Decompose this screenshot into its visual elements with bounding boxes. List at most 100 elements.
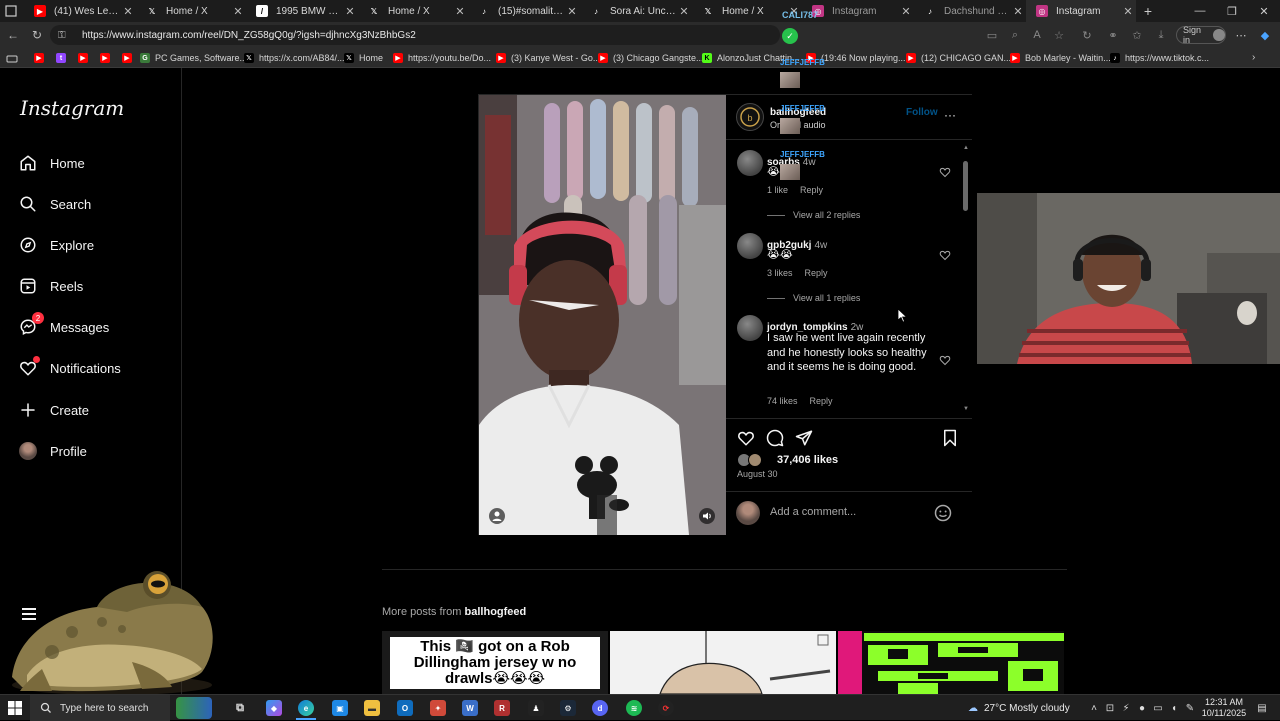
split-screen-icon[interactable]: ⚭ <box>1106 28 1120 42</box>
new-tab-button[interactable]: + <box>1140 3 1156 19</box>
browser-tab[interactable]: / 1995 BMW 850CSi ✕ <box>246 0 358 22</box>
app-icon[interactable]: ♟ <box>528 700 544 716</box>
liker-avatar[interactable] <box>748 453 762 467</box>
nav-explore[interactable]: Explore <box>18 230 168 260</box>
steam-icon[interactable]: ⚙ <box>560 700 576 716</box>
browser-tab[interactable]: ♪ (15)#somalitiktok | ✕ <box>468 0 580 22</box>
sign-in-button[interactable]: Sign in <box>1176 25 1226 45</box>
minimize-button[interactable]: — <box>1184 0 1216 22</box>
close-icon[interactable]: ✕ <box>230 5 246 18</box>
file-explorer-icon[interactable]: ▬ <box>364 700 380 716</box>
like-comment-icon[interactable] <box>939 354 951 366</box>
nav-notifications[interactable]: Notifications <box>18 353 168 383</box>
bookmark-item[interactable]: ▶ Bob Marley - Waitin... <box>1010 51 1111 65</box>
refresh-button[interactable]: ↻ <box>28 26 46 44</box>
site-info-icon[interactable]: ⚿ <box>58 30 72 41</box>
more-posts-username[interactable]: ballhogfeed <box>465 606 527 618</box>
commenter-avatar[interactable] <box>737 315 763 341</box>
like-icon[interactable] <box>737 429 755 447</box>
app-icon[interactable]: ⟳ <box>658 700 674 716</box>
back-button[interactable]: ← <box>4 26 22 44</box>
nav-reels[interactable]: Reels <box>18 271 168 301</box>
zoom-icon[interactable]: ⌕ <box>1008 28 1022 42</box>
close-icon[interactable]: ✕ <box>120 5 136 18</box>
bookmark-item[interactable]: ▶ (3) Chicago Gangste... <box>598 51 704 65</box>
more-post-thumbnail[interactable] <box>838 631 1064 694</box>
bookmark-item[interactable]: G PC Games, Software... <box>140 51 247 65</box>
close-icon[interactable]: ✕ <box>342 5 358 18</box>
spotify-icon[interactable]: ≋ <box>626 700 642 716</box>
nav-search[interactable]: Search <box>18 189 168 219</box>
comment-icon[interactable] <box>766 429 784 447</box>
commenter-avatar[interactable] <box>737 150 763 176</box>
show-hidden-icons[interactable]: ˄ <box>1088 702 1100 714</box>
close-window-button[interactable]: ✕ <box>1248 0 1280 22</box>
bookmark-twitch[interactable]: t <box>56 51 71 65</box>
emoji-icon[interactable] <box>934 504 952 522</box>
app-available-icon[interactable]: ▭ <box>985 28 999 42</box>
close-icon[interactable]: ✕ <box>1120 5 1136 18</box>
search-highlight-icon[interactable] <box>176 697 212 719</box>
comment-likes[interactable]: 3 likes <box>767 268 793 278</box>
browser-tab[interactable]: ♪ Sora Ai: Uncovering ✕ <box>580 0 692 22</box>
tagged-users-icon[interactable] <box>489 508 505 524</box>
volume-icon[interactable]: ◖ <box>1168 702 1180 714</box>
tab-actions-icon[interactable] <box>4 4 18 18</box>
instagram-logo[interactable]: Instagram <box>20 96 124 120</box>
tray-app-icon[interactable]: ⚡ <box>1120 702 1132 714</box>
windows-start-icon[interactable] <box>8 701 22 715</box>
view-replies-button[interactable]: View all 1 replies <box>767 293 860 303</box>
share-icon[interactable] <box>795 429 813 447</box>
close-icon[interactable]: ✕ <box>676 5 692 18</box>
nav-messages[interactable]: 2 Messages <box>18 312 168 342</box>
bookmark-youtube[interactable]: ▶ <box>78 51 93 65</box>
like-comment-icon[interactable] <box>939 249 951 261</box>
network-icon[interactable]: ▭ <box>1152 702 1164 714</box>
downloads-icon[interactable]: ⤓ <box>1154 28 1168 42</box>
app-icon[interactable]: ✦ <box>430 700 446 716</box>
pen-icon[interactable]: ✎ <box>1184 702 1196 714</box>
more-post-thumbnail[interactable]: This 🏴‍☠️ got on a Rob Dillingham jersey… <box>382 631 608 694</box>
app-icon[interactable]: R <box>494 700 510 716</box>
favorite-icon[interactable]: ☆ <box>1052 28 1066 42</box>
reply-button[interactable]: Reply <box>805 268 828 278</box>
copilot-icon[interactable]: ◆ <box>1258 28 1272 42</box>
taskbar-search[interactable]: Type here to search <box>30 695 170 721</box>
read-aloud-icon[interactable]: A <box>1030 28 1044 42</box>
store-icon[interactable]: ▣ <box>332 700 348 716</box>
nav-create[interactable]: Create <box>18 395 168 425</box>
bookmark-item[interactable]: ▶ https://youtu.be/Do... <box>393 51 491 65</box>
browser-tab[interactable]: 𝕏 Home / X ✕ <box>358 0 468 22</box>
nav-profile[interactable]: Profile <box>18 436 168 466</box>
more-bookmarks-icon[interactable]: › <box>1252 52 1255 63</box>
favorites-icon[interactable]: ✩ <box>1130 28 1144 42</box>
close-icon[interactable]: ✕ <box>452 5 468 18</box>
browser-tab[interactable]: 𝕏 Home / X ✕ <box>136 0 246 22</box>
more-post-thumbnail[interactable] <box>610 631 836 694</box>
app-icon[interactable]: W <box>462 700 478 716</box>
commenter-avatar[interactable] <box>737 233 763 259</box>
maximize-button[interactable]: ❐ <box>1216 0 1248 22</box>
url-field[interactable]: ⚿ https://www.instagram.com/reel/DN_ZG58… <box>50 25 780 45</box>
refresh-icon[interactable]: ↻ <box>1080 28 1094 42</box>
discord-icon[interactable]: d <box>592 700 608 716</box>
tray-app-icon[interactable]: ⊡ <box>1104 702 1116 714</box>
bookmark-item[interactable]: 𝕏 Home <box>344 51 383 65</box>
volume-icon[interactable] <box>699 508 715 524</box>
edge-icon[interactable]: e <box>298 700 314 716</box>
task-view-icon[interactable]: ⧉ <box>232 700 248 716</box>
bookmark-item[interactable]: ▶ (3) Kanye West - Go... <box>496 51 600 65</box>
reply-button[interactable]: Reply <box>810 396 833 406</box>
author-avatar[interactable]: b <box>736 103 764 131</box>
save-icon[interactable] <box>942 429 958 447</box>
close-icon[interactable]: ✕ <box>564 5 580 18</box>
likes-count[interactable]: 37,406 likes <box>777 454 838 466</box>
outlook-icon[interactable]: O <box>397 700 413 716</box>
bookmark-youtube[interactable]: ▶ <box>34 51 49 65</box>
nav-home[interactable]: Home <box>18 148 168 178</box>
add-comment-input[interactable]: Add a comment... <box>770 506 856 518</box>
comment-likes[interactable]: 74 likes <box>767 396 798 406</box>
more-menu-icon[interactable]: ⋯ <box>1234 28 1248 42</box>
system-clock[interactable]: 12:31 AM 10/11/2025 <box>1198 697 1250 719</box>
apps-icon[interactable] <box>6 52 18 64</box>
